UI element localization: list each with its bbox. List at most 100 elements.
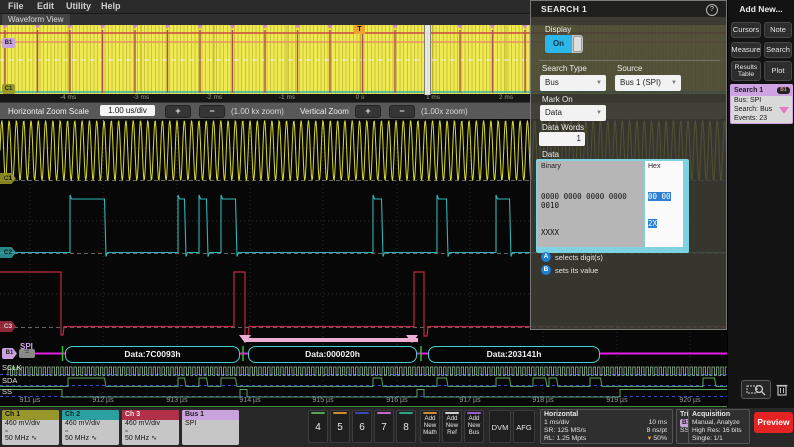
add-new-ref-button[interactable]: Add New Ref <box>442 410 462 443</box>
binary-editor[interactable]: Binary 0000 0000 0000 0000 0010 XXXX <box>538 161 644 247</box>
ch3-scale: 460 mV/div <box>122 420 179 429</box>
ch8-color-stripe <box>399 412 413 414</box>
channel-badge-bus1[interactable]: Bus 1 SPI <box>182 410 239 445</box>
bottom-control-bar: Ch 1 460 mV/div ≈ 50 MHz ∿ Ch 2 460 mV/d… <box>0 408 794 447</box>
h-zoom-scale-label: Horizontal Zoom Scale <box>8 107 89 116</box>
horizontal-settings-button[interactable]: Horizontal 1 ms/div10 ms SR: 125 MS/s8 n… <box>540 409 673 444</box>
note-button[interactable]: Note <box>764 22 792 38</box>
add-new-bus-button[interactable]: Add New Bus <box>464 410 484 443</box>
bandwidth-icon: ∿ <box>151 435 157 442</box>
channel-6-button[interactable]: 6 <box>352 410 372 443</box>
search-mark-triangle <box>406 335 418 343</box>
time-axis-label: 915 µs <box>312 397 333 404</box>
search1-card-events: Events: 23 <box>731 114 792 123</box>
search-type-dropdown[interactable]: Bus ▼ <box>540 75 606 91</box>
ch7-color-stripe <box>377 412 391 414</box>
search-type-label: Search Type <box>542 64 587 73</box>
help-icon[interactable]: ? <box>706 4 718 16</box>
ch1-scale: 460 mV/div <box>2 420 59 429</box>
tab-waveform-view[interactable]: Waveform View <box>2 14 70 25</box>
cursors-button[interactable]: Cursors <box>731 22 761 38</box>
bus-data-packet: Data:7C0093h <box>65 346 240 363</box>
search-type-value: Bus <box>540 78 559 87</box>
afg-button[interactable]: AFG <box>513 410 535 443</box>
menu-item-help[interactable]: Help <box>101 1 121 11</box>
measure-button[interactable]: Measure <box>731 42 761 58</box>
chevron-down-icon: ▼ <box>596 75 602 91</box>
search-button[interactable]: Search <box>764 42 792 58</box>
time-axis-label: 920 µs <box>679 397 700 404</box>
display-label: Display <box>545 25 571 34</box>
h-zoom-in-button[interactable]: + <box>165 105 191 118</box>
knob-a-icon: A <box>541 252 551 262</box>
overview-bus-marker[interactable]: B1 <box>2 38 15 48</box>
bus-drag-handle[interactable]: = <box>19 349 35 358</box>
channel-7-button[interactable]: 7 <box>374 410 394 443</box>
source-dropdown[interactable]: Bus 1 (SPI) ▼ <box>615 75 681 91</box>
data-label: Data <box>542 150 559 159</box>
binary-value-line1[interactable]: 0000 0000 0000 0000 0010 <box>541 192 644 210</box>
magnifier-icon <box>742 381 770 398</box>
panel-title: SEARCH 1 <box>541 4 587 14</box>
h-zoom-scale-input[interactable]: 1.00 us/div <box>100 105 155 116</box>
hex-value-line2[interactable]: 2X <box>648 219 657 228</box>
bus1-mini-badge: B1 <box>777 87 790 94</box>
overview-time-label: -1 ms <box>279 94 295 101</box>
bandwidth-icon: ∿ <box>91 435 97 442</box>
v-zoom-label: Vertical Zoom <box>300 107 349 116</box>
channel-8-button[interactable]: 8 <box>396 410 416 443</box>
toggle-knob <box>573 36 582 52</box>
channel-badge-ch3[interactable]: Ch 3 460 mV/div ≈ 50 MHz ∿ <box>122 410 179 445</box>
plot-button[interactable]: Plot <box>764 61 792 81</box>
ref-color-stripe <box>445 412 459 414</box>
hex-editor[interactable]: Hex 00 00 2X <box>645 161 683 247</box>
chevron-down-icon: ▼ <box>596 105 602 121</box>
horizontal-title: Horizontal <box>541 410 672 419</box>
trigger-position-icon: ▼ <box>646 436 652 442</box>
data-words-input[interactable]: 1 <box>539 132 585 146</box>
overview-ch1-marker[interactable]: C1 <box>2 84 15 94</box>
menu-item-file[interactable]: File <box>8 1 24 11</box>
knob-a-hint: selects digit(s) <box>555 253 603 262</box>
search1-badge-card[interactable]: Search 1 B1 Bus: SPI Search: Bus Events:… <box>730 84 793 124</box>
trace-ss <box>0 390 727 398</box>
bus1-type: SPI <box>182 420 239 429</box>
oscilloscope-app: File Edit Utility Help Waveform View T B… <box>0 0 794 447</box>
digital-label-sda: SDA <box>2 376 17 385</box>
hex-value-line1[interactable]: 00 00 <box>648 192 671 201</box>
preview-button[interactable]: Preview <box>754 412 793 433</box>
search-region-bar <box>245 338 418 342</box>
data-words-label: Data Words <box>542 123 584 132</box>
channel-badge-ch2[interactable]: Ch 2 460 mV/div ≈ 50 MHz ∿ <box>62 410 119 445</box>
overview-time-label: -2 ms <box>206 94 222 101</box>
add-new-math-button[interactable]: Add New Math <box>420 410 440 443</box>
ch3-bandwidth: 50 MHz ∿ <box>122 435 179 444</box>
results-table-button[interactable]: Results Table <box>731 61 761 81</box>
v-zoom-in-button[interactable]: + <box>355 105 381 118</box>
menu-item-utility[interactable]: Utility <box>66 1 91 11</box>
delete-search-button[interactable] <box>774 381 790 397</box>
channel-badge-ch1[interactable]: Ch 1 460 mV/div ≈ 50 MHz ∿ <box>2 410 59 445</box>
panel-title-bar[interactable]: SEARCH 1 ? <box>531 1 726 17</box>
hex-label: Hex <box>648 163 660 170</box>
trigger-position-icon[interactable]: T <box>354 25 365 34</box>
acquisition-settings-button[interactable]: Acquisition Manual, Analyze High Res: 16… <box>688 409 750 444</box>
binary-value-line2[interactable]: XXXX <box>541 228 644 237</box>
h-zoom-out-button[interactable]: − <box>199 105 225 118</box>
data-editor[interactable]: Binary 0000 0000 0000 0000 0010 XXXX Hex… <box>536 159 689 253</box>
mark-on-dropdown[interactable]: Data ▼ <box>540 105 606 121</box>
overview-zoom-window[interactable] <box>424 23 431 95</box>
display-toggle[interactable]: On <box>545 35 583 53</box>
divider <box>539 60 720 61</box>
zoom-to-mark-button[interactable] <box>741 380 771 399</box>
ch1-bandwidth: 50 MHz ∿ <box>2 435 59 444</box>
dvm-button[interactable]: DVM <box>489 410 511 443</box>
menu-item-edit[interactable]: Edit <box>37 1 54 11</box>
ch2-bandwidth: 50 MHz ∿ <box>62 435 119 444</box>
time-axis-label: 918 µs <box>532 397 553 404</box>
v-zoom-out-button[interactable]: − <box>389 105 415 118</box>
results-sidebar: Add New... Cursors Note Measure Search R… <box>727 0 794 408</box>
search-config-panel: SEARCH 1 ? Display On Search Type Bus ▼ … <box>530 0 727 330</box>
channel-5-button[interactable]: 5 <box>330 410 350 443</box>
channel-4-button[interactable]: 4 <box>308 410 328 443</box>
